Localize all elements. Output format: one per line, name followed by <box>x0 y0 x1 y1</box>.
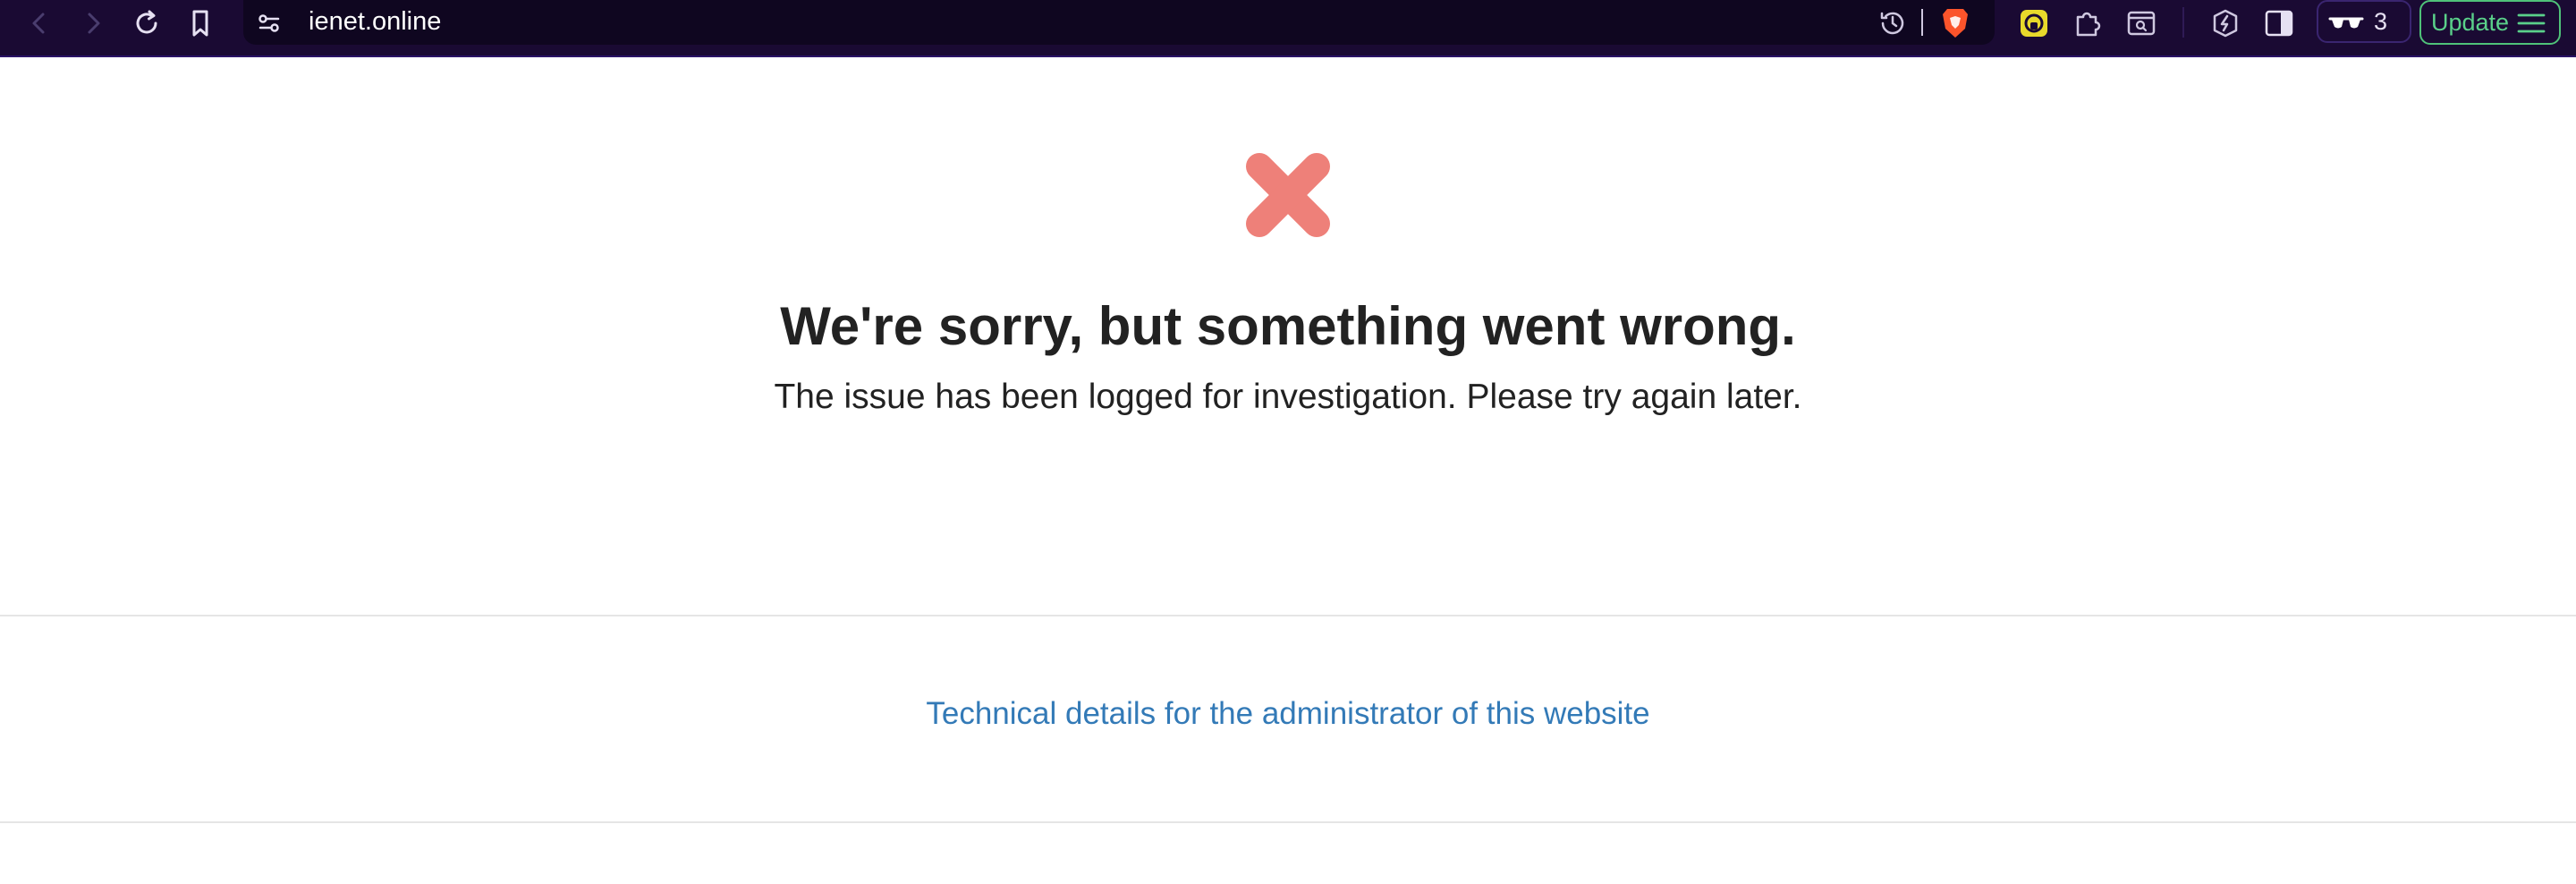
sidebar-toggle-button[interactable] <box>2254 4 2304 43</box>
sidebar-toggle-icon <box>2265 10 2293 37</box>
app-menu-button[interactable] <box>2512 4 2551 43</box>
back-icon <box>32 13 45 34</box>
screenshot-search-icon <box>2127 11 2156 36</box>
screenshot-search-button[interactable] <box>2116 4 2166 43</box>
error-x-icon <box>1238 145 1338 250</box>
browser-toolbar: ienet.online 3 Update <box>0 0 2576 57</box>
divider-top <box>0 615 2576 616</box>
menu-icon <box>2517 13 2546 33</box>
site-settings-button[interactable] <box>244 4 294 43</box>
leo-ai-icon <box>2213 9 2238 38</box>
private-vpn-icon <box>2328 17 2364 29</box>
brave-shields-button[interactable] <box>1930 4 1980 43</box>
extension-icon <box>2021 10 2047 37</box>
update-label: Update <box>2431 9 2510 36</box>
history-icon <box>1880 12 1904 35</box>
private-vpn-glasses <box>2322 4 2370 43</box>
history-button[interactable] <box>1868 4 1918 43</box>
bookmark-icon <box>192 10 208 37</box>
toolbar-divider <box>2182 7 2184 38</box>
site-settings-icon <box>258 14 280 32</box>
brave-shields-icon <box>1943 9 1968 38</box>
divider-bottom <box>0 821 2576 823</box>
leo-ai-button[interactable] <box>2200 4 2250 43</box>
address-bar-divider <box>1921 9 1923 36</box>
forward-icon <box>88 13 100 34</box>
address-bar[interactable] <box>243 0 1995 45</box>
back-button[interactable] <box>14 4 64 43</box>
puzzle-extensions-icon <box>2076 12 2101 37</box>
reload-button[interactable] <box>122 4 172 43</box>
bookmark-button[interactable] <box>175 4 225 43</box>
reload-icon <box>136 10 157 34</box>
private-window-count: 3 <box>2374 8 2388 35</box>
extension-button[interactable] <box>2009 4 2059 43</box>
error-message: The issue has been logged for investigat… <box>774 378 1802 416</box>
forward-button[interactable] <box>68 4 118 43</box>
url-text[interactable]: ienet.online <box>309 4 441 39</box>
error-title: We're sorry, but something went wrong. <box>780 296 1796 356</box>
extensions-menu-button[interactable] <box>2063 4 2113 43</box>
technical-details-link[interactable]: Technical details for the administrator … <box>0 691 2576 737</box>
